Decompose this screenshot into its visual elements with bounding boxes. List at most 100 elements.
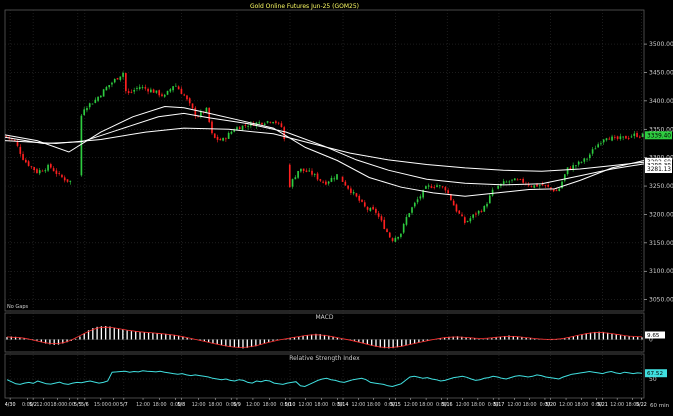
candle-down (516, 179, 519, 181)
candle-up (175, 85, 177, 87)
candle-up (83, 109, 86, 115)
candle-up (172, 86, 174, 91)
x-tick-label: 18:00 (263, 402, 277, 408)
x-tick-label: 12:00 (246, 402, 260, 408)
x-tick-label: 12:00 (36, 402, 50, 408)
candle-down (152, 89, 155, 93)
candle-up (488, 195, 491, 204)
candle-down (50, 164, 52, 168)
candle-up (108, 85, 111, 88)
candle-up (294, 177, 297, 180)
candle-down (613, 136, 616, 138)
candle-down (191, 103, 194, 109)
candle-up (47, 164, 49, 171)
candle-down (638, 136, 641, 138)
candle-down (391, 238, 394, 241)
candle-up (38, 170, 41, 174)
candle-up (600, 143, 602, 145)
candle-up (427, 185, 430, 187)
x-tick-label: 5/9 (233, 402, 241, 408)
x-tick-label: 18:00 (50, 402, 64, 408)
x-tick-label: 5/10 (285, 402, 296, 408)
candle-down (522, 178, 524, 183)
candle-up (408, 213, 411, 218)
candle-up (397, 236, 399, 239)
candle-up (611, 136, 613, 141)
price-panel-frame (4, 9, 645, 312)
candle-down (147, 88, 149, 92)
candle-down (441, 186, 444, 188)
x-tick-label: 18:00 (419, 402, 433, 408)
candle-up (586, 158, 588, 160)
candle-up (511, 179, 513, 181)
candle-up (508, 181, 511, 183)
candle-down (5, 135, 8, 137)
candle-up (44, 170, 47, 172)
candle-up (538, 185, 541, 187)
candle-up (619, 136, 622, 140)
candle-up (497, 186, 499, 189)
candle-down (52, 168, 55, 172)
candle-up (402, 223, 405, 233)
candle-up (425, 186, 427, 189)
candle-down (188, 98, 191, 104)
candle-down (544, 184, 547, 186)
candle-up (591, 149, 594, 154)
x-tick-label: 5/8 (177, 402, 185, 408)
candle-down (547, 184, 549, 187)
candle-down (177, 86, 180, 90)
candle-up (419, 196, 422, 199)
no-gaps-label: No Gaps (7, 304, 29, 310)
candle-down (66, 179, 69, 182)
price-tick-label: 3150.00 (649, 240, 673, 247)
candle-down (480, 211, 483, 212)
x-tick-label: 12:00 (610, 402, 624, 408)
candle-down (186, 95, 188, 100)
candle-down (458, 210, 461, 214)
candle-down (127, 91, 130, 93)
candle-up (241, 125, 244, 131)
candle-down (347, 185, 349, 189)
candle-down (541, 184, 544, 186)
candle-up (155, 90, 158, 93)
candle-down (322, 181, 324, 183)
candle-down (288, 164, 291, 188)
candle-up (588, 154, 591, 159)
candle-down (144, 87, 147, 89)
candle-down (536, 184, 538, 187)
candle-down (305, 170, 308, 173)
candle-down (238, 127, 241, 130)
x-tick-label: 5/20 (545, 402, 556, 408)
candle-up (119, 76, 122, 80)
x-tick-label: 12:00 (192, 402, 206, 408)
candle-down (213, 133, 216, 138)
candle-up (472, 214, 474, 218)
candle-down (555, 190, 558, 192)
candle-up (597, 144, 599, 148)
price-tick-label: 3050.00 (649, 297, 673, 304)
candle-down (225, 138, 227, 140)
candle-down (197, 116, 199, 118)
x-tick-label: 12:00 (559, 402, 573, 408)
candle-down (269, 121, 272, 123)
x-tick-label: 12:00 (456, 402, 470, 408)
candle-down (27, 161, 30, 166)
candle-up (227, 132, 230, 139)
candle-up (266, 121, 269, 123)
candle-up (605, 138, 608, 141)
candle-down (388, 232, 391, 238)
candle-up (263, 123, 266, 125)
candle-down (25, 159, 27, 163)
candle-up (369, 208, 372, 211)
price-tick-label: 3250.00 (649, 183, 673, 190)
candle-up (483, 205, 486, 212)
candle-down (433, 187, 436, 188)
candle-up (411, 207, 413, 213)
price-tick-label: 3450.00 (649, 69, 673, 76)
candle-down (627, 137, 630, 139)
x-tick-label: 5/22 (636, 402, 647, 408)
candle-up (561, 181, 563, 189)
candle-up (100, 95, 102, 98)
candle-up (150, 89, 152, 93)
candle-up (394, 237, 397, 242)
